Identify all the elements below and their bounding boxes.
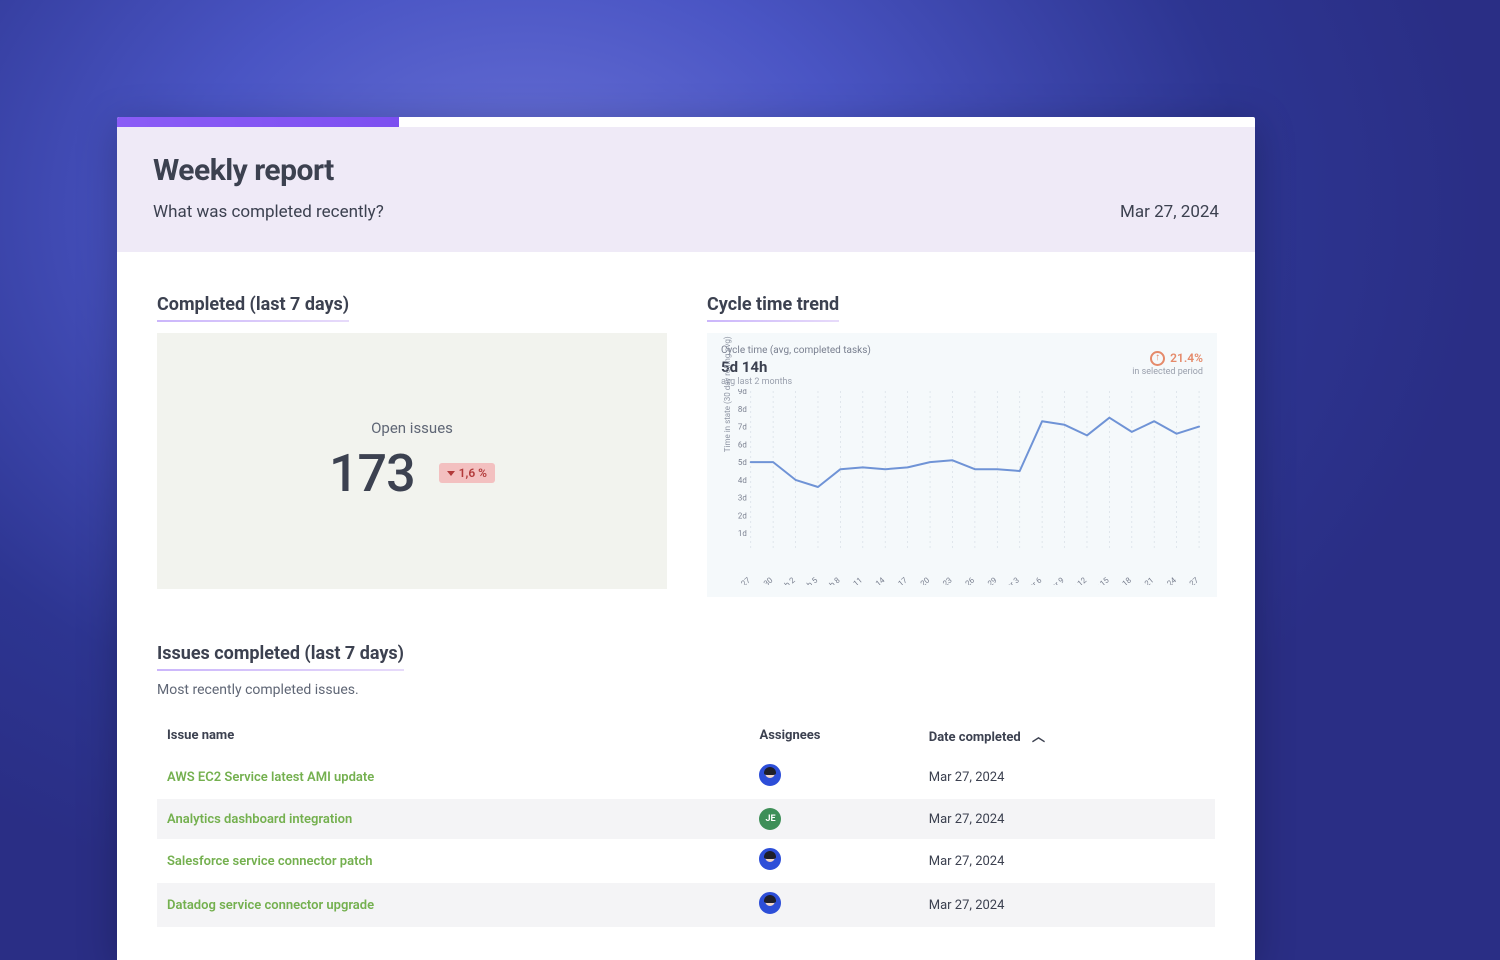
svg-text:Mar 12: Mar 12 [1064, 575, 1089, 585]
cycle-chart-svg: Jan 27Jan 30Feb 2Feb 5Feb 8Feb 11Feb 14F… [729, 389, 1203, 585]
assignee-avatar[interactable] [759, 848, 781, 870]
svg-text:Feb 8: Feb 8 [821, 575, 842, 585]
trend-down-icon [447, 471, 455, 476]
svg-text:Feb 5: Feb 5 [799, 575, 820, 585]
svg-text:1d: 1d [738, 529, 747, 538]
svg-text:Mar 6: Mar 6 [1022, 575, 1044, 585]
open-issues-delta-badge: 1,6 % [439, 463, 495, 483]
cycle-delta-sub: in selected period [1132, 367, 1203, 377]
svg-text:Mar 3: Mar 3 [1000, 576, 1021, 585]
cycle-time-title: Cycle time trend [707, 294, 839, 319]
svg-text:Mar 15: Mar 15 [1086, 575, 1111, 585]
report-page: Weekly report What was completed recentl… [117, 117, 1255, 960]
date-completed: Mar 27, 2024 [919, 883, 1215, 927]
cycle-time-meta: Cycle time (avg, completed tasks) 5d 14h… [721, 345, 871, 387]
issue-link[interactable]: Datadog service connector upgrade [167, 898, 374, 913]
report-date: Mar 27, 2024 [1120, 202, 1219, 222]
table-row: Datadog service connector upgrade Mar 27,… [157, 883, 1215, 927]
page-title: Weekly report [153, 153, 1219, 188]
table-row: Analytics dashboard integration JE Mar 27,… [157, 799, 1215, 839]
svg-text:Mar 18: Mar 18 [1108, 575, 1133, 585]
cycle-time-card: Cycle time (avg, completed tasks) 5d 14h… [707, 333, 1217, 597]
svg-text:7d: 7d [738, 423, 747, 432]
report-header: Weekly report What was completed recentl… [117, 127, 1255, 252]
issue-link[interactable]: AWS EC2 Service latest AMI update [167, 770, 374, 785]
page-subtitle: What was completed recently? [153, 202, 384, 222]
open-issues-value: 173 [329, 443, 415, 504]
issue-link[interactable]: Salesforce service connector patch [167, 854, 373, 869]
open-issues-label: Open issues [371, 419, 453, 437]
svg-text:Feb 14: Feb 14 [863, 575, 887, 585]
issue-link[interactable]: Analytics dashboard integration [167, 812, 352, 827]
cycle-time-section: Cycle time trend Cycle time (avg, comple… [707, 294, 1217, 597]
issues-section: Issues completed (last 7 days) Most rece… [157, 643, 1215, 927]
assignee-avatar[interactable] [759, 764, 781, 786]
completed-title: Completed (last 7 days) [157, 294, 349, 319]
content-area: Completed (last 7 days) Open issues 173 … [117, 252, 1255, 927]
svg-text:2d: 2d [738, 511, 747, 520]
svg-text:9d: 9d [738, 389, 747, 396]
svg-text:Mar 21: Mar 21 [1131, 576, 1156, 585]
svg-text:Mar 24: Mar 24 [1153, 575, 1178, 585]
svg-text:8d: 8d [738, 405, 747, 414]
cycle-delta-value: 21.4% [1170, 351, 1203, 365]
cycle-meta-sub: avg last 2 months [721, 377, 871, 387]
svg-text:Jan 30: Jan 30 [750, 575, 774, 585]
open-issues-delta: 1,6 % [459, 466, 487, 480]
svg-text:4d: 4d [738, 476, 747, 485]
svg-text:Feb 23: Feb 23 [930, 576, 954, 585]
svg-text:Jan 27: Jan 27 [729, 575, 752, 585]
col-header-assignees[interactable]: Assignees [749, 716, 918, 755]
date-completed: Mar 27, 2024 [919, 839, 1215, 883]
cycle-meta-label: Cycle time (avg, completed tasks) [721, 345, 871, 356]
assignee-avatar[interactable] [759, 892, 781, 914]
svg-text:Mar 9: Mar 9 [1045, 576, 1066, 585]
accent-bar [117, 117, 399, 127]
svg-text:Feb 2: Feb 2 [776, 575, 797, 585]
open-issues-card: Open issues 173 1,6 % [157, 333, 667, 589]
svg-text:6d: 6d [738, 440, 747, 449]
svg-text:Feb 29: Feb 29 [975, 576, 999, 585]
sort-asc-icon: ︿ [1032, 730, 1045, 745]
svg-text:Feb 17: Feb 17 [885, 575, 909, 585]
svg-text:Mar 27: Mar 27 [1176, 575, 1201, 585]
cycle-meta-value: 5d 14h [721, 358, 871, 376]
assignee-avatar[interactable]: JE [759, 808, 781, 830]
completed-section: Completed (last 7 days) Open issues 173 … [157, 294, 667, 597]
svg-text:Feb 26: Feb 26 [952, 575, 976, 585]
svg-text:3d: 3d [738, 494, 747, 503]
col-header-name[interactable]: Issue name [157, 716, 749, 755]
table-row: Salesforce service connector patch Mar 27… [157, 839, 1215, 883]
svg-text:Feb 11: Feb 11 [840, 576, 864, 585]
cycle-chart: Time in state (30 day rolling avg) Jan 2… [729, 389, 1203, 585]
issues-table: Issue name Assignees Date completed ︿ AW… [157, 716, 1215, 927]
issues-subtitle: Most recently completed issues. [157, 682, 1215, 698]
trend-up-icon: ↑ [1150, 351, 1165, 366]
date-completed: Mar 27, 2024 [919, 799, 1215, 839]
issues-title: Issues completed (last 7 days) [157, 643, 404, 668]
chart-y-axis-label: Time in state (30 day rolling avg) [723, 336, 732, 452]
date-completed: Mar 27, 2024 [919, 755, 1215, 799]
svg-text:Feb 20: Feb 20 [907, 575, 931, 585]
table-row: AWS EC2 Service latest AMI update Mar 27,… [157, 755, 1215, 799]
cycle-delta: ↑ 21.4% in selected period [1132, 345, 1203, 377]
svg-text:5d: 5d [738, 458, 747, 467]
col-header-date[interactable]: Date completed ︿ [919, 716, 1215, 755]
